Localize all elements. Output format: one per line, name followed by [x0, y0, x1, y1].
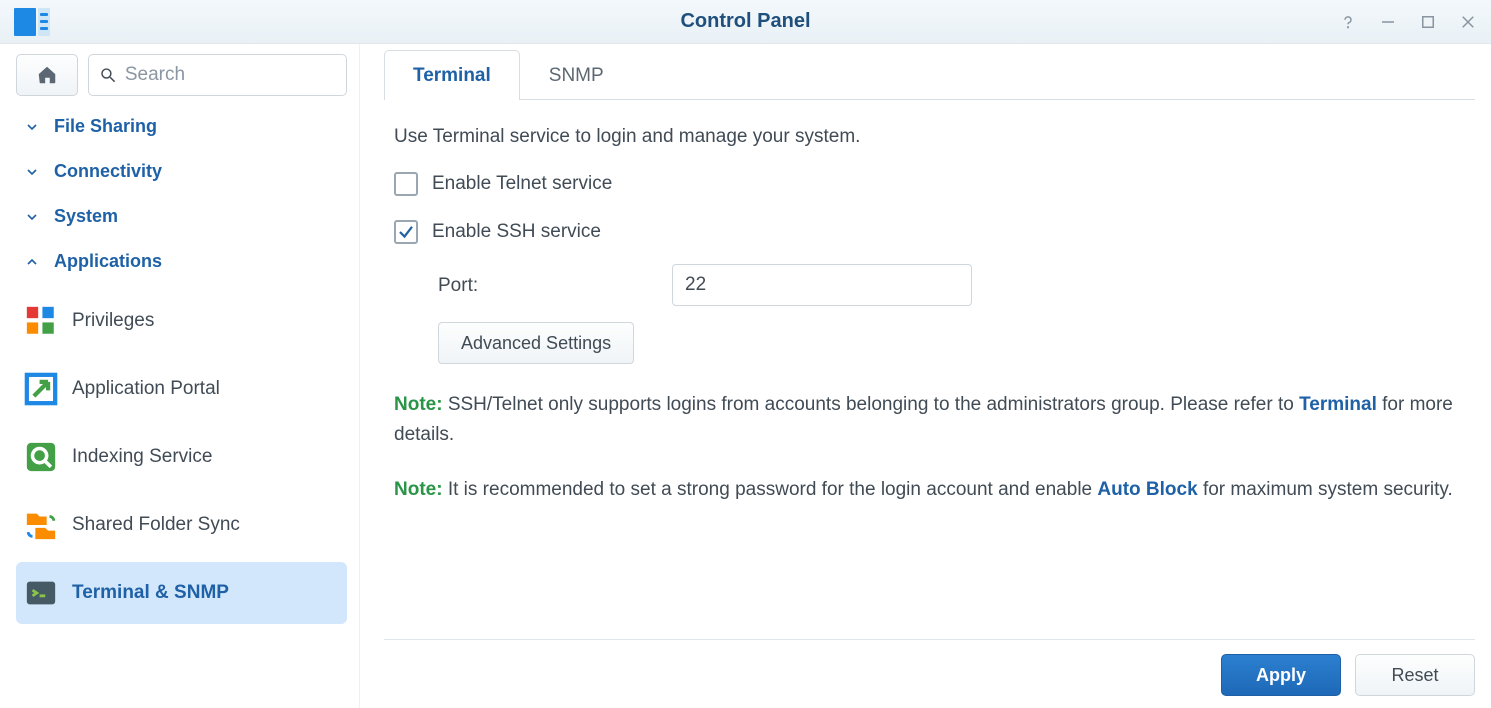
tab-content: Use Terminal service to login and manage… [384, 100, 1475, 505]
tab-snmp[interactable]: SNMP [520, 50, 633, 99]
tabs: Terminal SNMP [384, 50, 1475, 100]
apply-button[interactable]: Apply [1221, 654, 1341, 696]
sidebar: File Sharing Connectivity System Applica… [0, 44, 360, 708]
auto-block-link[interactable]: Auto Block [1097, 479, 1197, 500]
chevron-down-icon [24, 119, 40, 135]
port-input[interactable] [672, 264, 972, 306]
sidebar-item-label: Privileges [72, 310, 154, 332]
cat-label: Connectivity [54, 161, 162, 182]
window-controls [1339, 13, 1477, 31]
cat-label: System [54, 206, 118, 227]
sidebar-item-shared-folder-sync[interactable]: Shared Folder Sync [16, 494, 347, 556]
note-label: Note: [394, 394, 443, 415]
sidebar-item-terminal-snmp[interactable]: Terminal & SNMP [16, 562, 347, 624]
port-label: Port: [438, 271, 672, 300]
maximize-icon[interactable] [1419, 13, 1437, 31]
terminal-icon [24, 576, 58, 610]
titlebar: Control Panel [0, 0, 1491, 44]
note-1: Note: SSH/Telnet only supports logins fr… [394, 390, 1469, 449]
sidebar-item-label: Indexing Service [72, 446, 212, 468]
home-button[interactable] [16, 54, 78, 96]
sidebar-item-privileges[interactable]: Privileges [16, 290, 347, 352]
intro-text: Use Terminal service to login and manage… [394, 122, 1469, 151]
note-text: for maximum system security. [1198, 479, 1453, 500]
reset-button[interactable]: Reset [1355, 654, 1475, 696]
sidebar-item-label: Terminal & SNMP [72, 582, 229, 604]
sidebar-cat-connectivity[interactable]: Connectivity [16, 149, 347, 194]
search-box[interactable] [88, 54, 347, 96]
sidebar-cat-file-sharing[interactable]: File Sharing [16, 104, 347, 149]
sidebar-item-application-portal[interactable]: Application Portal [16, 358, 347, 420]
privileges-icon [24, 304, 58, 338]
ssh-label: Enable SSH service [432, 217, 601, 246]
telnet-label: Enable Telnet service [432, 169, 612, 198]
ssh-checkbox[interactable] [394, 220, 418, 244]
close-icon[interactable] [1459, 13, 1477, 31]
note-label: Note: [394, 479, 443, 500]
sidebar-cat-applications[interactable]: Applications [16, 239, 347, 284]
application-portal-icon [24, 372, 58, 406]
telnet-checkbox[interactable] [394, 172, 418, 196]
footer: Apply Reset [384, 639, 1475, 696]
indexing-service-icon [24, 440, 58, 474]
note-text: SSH/Telnet only supports logins from acc… [443, 394, 1300, 415]
search-input[interactable] [125, 64, 336, 86]
terminal-link[interactable]: Terminal [1299, 394, 1377, 415]
sidebar-item-label: Shared Folder Sync [72, 514, 240, 536]
cat-label: Applications [54, 251, 162, 272]
chevron-up-icon [24, 254, 40, 270]
note-2: Note: It is recommended to set a strong … [394, 475, 1469, 504]
sidebar-cat-system[interactable]: System [16, 194, 347, 239]
shared-folder-sync-icon [24, 508, 58, 542]
sidebar-item-label: Application Portal [72, 378, 220, 400]
chevron-down-icon [24, 164, 40, 180]
search-icon [99, 65, 117, 85]
chevron-down-icon [24, 209, 40, 225]
minimize-icon[interactable] [1379, 13, 1397, 31]
window-title: Control Panel [0, 10, 1491, 33]
note-text: It is recommended to set a strong passwo… [443, 479, 1098, 500]
sidebar-item-indexing-service[interactable]: Indexing Service [16, 426, 347, 488]
cat-label: File Sharing [54, 116, 157, 137]
help-icon[interactable] [1339, 13, 1357, 31]
main-panel: Terminal SNMP Use Terminal service to lo… [360, 44, 1491, 708]
app-icon [14, 8, 52, 36]
advanced-settings-button[interactable]: Advanced Settings [438, 322, 634, 364]
tab-terminal[interactable]: Terminal [384, 50, 520, 99]
